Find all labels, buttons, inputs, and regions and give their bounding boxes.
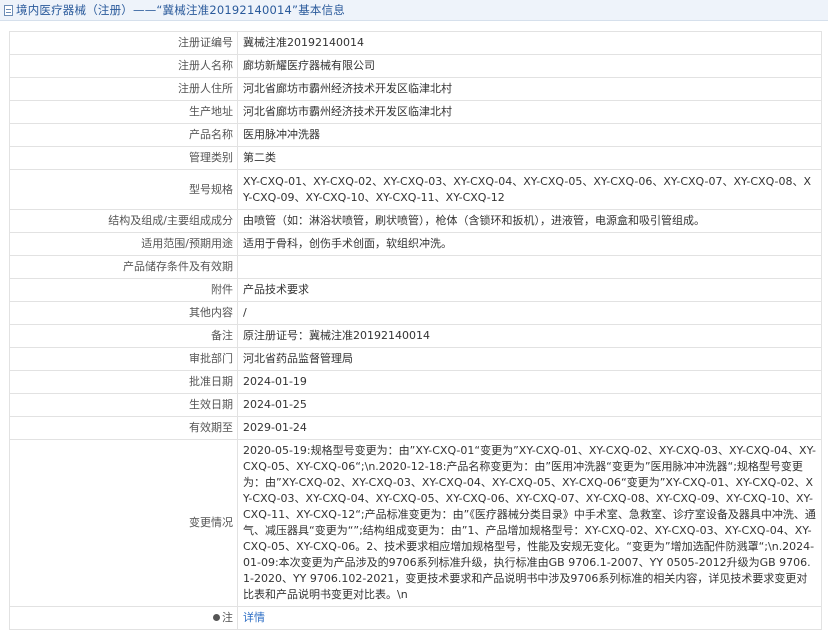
field-label: 其他内容 (9, 301, 238, 325)
field-value: 产品技术要求 (237, 278, 822, 302)
table-row: 审批部门 河北省药品监督管理局 (9, 347, 822, 371)
field-value: / (237, 301, 822, 325)
field-value: 2024-01-19 (237, 370, 822, 394)
table-row: 生效日期 2024-01-25 (9, 393, 822, 417)
table-row: 变更情况 2020-05-19:规格型号变更为：由”XY-CXQ-01“变更为”… (9, 439, 822, 607)
table-row: 注册人名称 廊坊新耀医疗器械有限公司 (9, 54, 822, 78)
details-link[interactable]: 详情 (243, 611, 265, 624)
field-label: 审批部门 (9, 347, 238, 371)
field-label: 有效期至 (9, 416, 238, 440)
table-row: 产品储存条件及有效期 (9, 255, 822, 279)
field-value: 医用脉冲冲洗器 (237, 123, 822, 147)
table-row: 管理类别 第二类 (9, 146, 822, 170)
field-value: 原注册证号：冀械注准20192140014 (237, 324, 822, 348)
change-history-value: 2020-05-19:规格型号变更为：由”XY-CXQ-01“变更为”XY-CX… (237, 439, 822, 607)
field-label: 型号规格 (9, 169, 238, 210)
table-row: 注册证编号 冀械注准20192140014 (9, 31, 822, 55)
field-value: 由喷管（如：淋浴状喷管，刷状喷管），枪体（含锁环和扳机），进液管，电源盒和吸引管… (237, 209, 822, 233)
field-label: 备注 (9, 324, 238, 348)
table-row: 结构及组成/主要组成成分 由喷管（如：淋浴状喷管，刷状喷管），枪体（含锁环和扳机… (9, 209, 822, 233)
table-row: 注册人住所 河北省廊坊市霸州经济技术开发区临津北村 (9, 77, 822, 101)
page-title: 境内医疗器械（注册）——“冀械注准20192140014”基本信息 (16, 3, 345, 17)
document-icon (4, 4, 13, 16)
table-row: 其他内容 / (9, 301, 822, 325)
info-table: 注册证编号 冀械注准20192140014 注册人名称 廊坊新耀医疗器械有限公司… (9, 31, 822, 630)
table-row: 附件 产品技术要求 (9, 278, 822, 302)
field-value: XY-CXQ-01、XY-CXQ-02、XY-CXQ-03、XY-CXQ-04、… (237, 169, 822, 210)
field-label: 适用范围/预期用途 (9, 232, 238, 256)
field-label: 产品名称 (9, 123, 238, 147)
table-row: 产品名称 医用脉冲冲洗器 (9, 123, 822, 147)
note-label-cell: 注 (9, 606, 238, 630)
field-label: 注册证编号 (9, 31, 238, 55)
field-label: 生产地址 (9, 100, 238, 124)
page-header: 境内医疗器械（注册）——“冀械注准20192140014”基本信息 (0, 0, 828, 21)
field-value: 2024-01-25 (237, 393, 822, 417)
field-value (237, 255, 822, 279)
field-label: 注册人名称 (9, 54, 238, 78)
field-label: 批准日期 (9, 370, 238, 394)
table-row: 型号规格 XY-CXQ-01、XY-CXQ-02、XY-CXQ-03、XY-CX… (9, 169, 822, 210)
field-label: 管理类别 (9, 146, 238, 170)
table-row: 适用范围/预期用途 适用于骨科，创伤手术创面，软组织冲洗。 (9, 232, 822, 256)
field-label: 注 (222, 611, 233, 624)
pin-icon (213, 613, 220, 621)
field-value: 第二类 (237, 146, 822, 170)
field-label: 变更情况 (9, 439, 238, 607)
field-label: 附件 (9, 278, 238, 302)
table-row: 有效期至 2029-01-24 (9, 416, 822, 440)
note-value-cell: 详情 (237, 606, 822, 630)
table-row: 批准日期 2024-01-19 (9, 370, 822, 394)
field-value: 适用于骨科，创伤手术创面，软组织冲洗。 (237, 232, 822, 256)
table-row: 生产地址 河北省廊坊市霸州经济技术开发区临津北村 (9, 100, 822, 124)
field-value: 冀械注准20192140014 (237, 31, 822, 55)
field-label: 注册人住所 (9, 77, 238, 101)
table-row: 注 详情 (9, 606, 822, 630)
field-value: 2029-01-24 (237, 416, 822, 440)
field-value: 河北省廊坊市霸州经济技术开发区临津北村 (237, 100, 822, 124)
field-label: 结构及组成/主要组成成分 (9, 209, 238, 233)
field-value: 河北省廊坊市霸州经济技术开发区临津北村 (237, 77, 822, 101)
field-label: 生效日期 (9, 393, 238, 417)
field-value: 廊坊新耀医疗器械有限公司 (237, 54, 822, 78)
table-row: 备注 原注册证号：冀械注准20192140014 (9, 324, 822, 348)
field-value: 河北省药品监督管理局 (237, 347, 822, 371)
field-label: 产品储存条件及有效期 (9, 255, 238, 279)
